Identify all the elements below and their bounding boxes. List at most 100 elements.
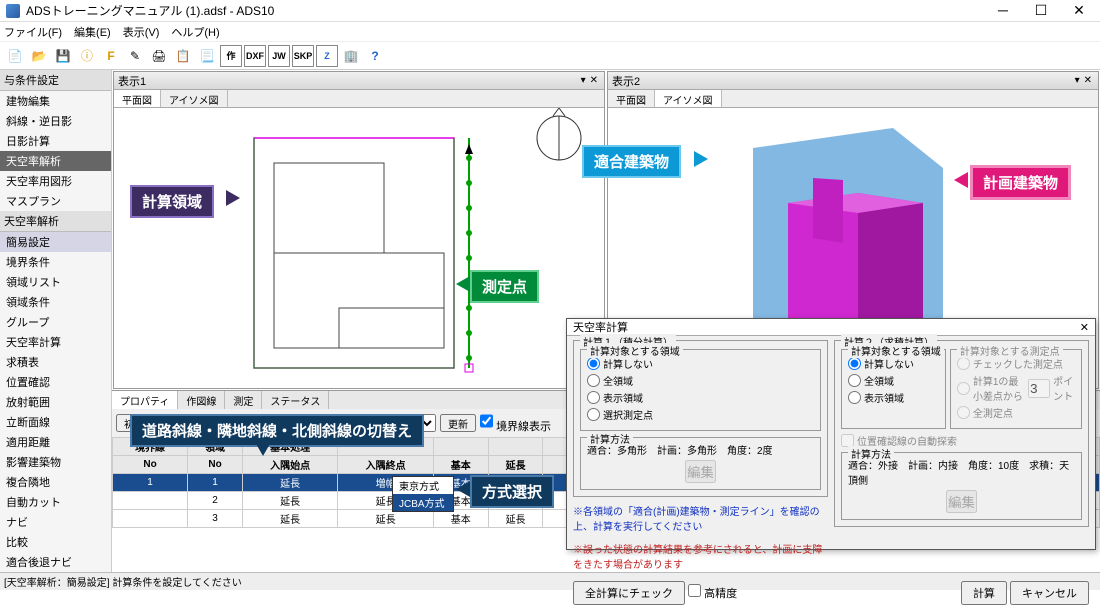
method-option-jcba[interactable]: JCBA方式	[393, 494, 453, 511]
g2-p3	[957, 406, 970, 419]
sidebar-section-1: 与条件設定	[0, 70, 111, 91]
sidebar-item[interactable]: 天空率用図形	[0, 171, 111, 191]
bp-tab-status[interactable]: ステータス	[262, 391, 329, 409]
callout-plan-bldg: 計画建築物	[970, 165, 1071, 200]
sidebar-item[interactable]: マスプラン	[0, 191, 111, 211]
tool-box-4[interactable]: Z	[316, 45, 338, 67]
print-icon[interactable]: 🖨	[148, 45, 170, 67]
sidebar-item[interactable]: 位置確認	[0, 372, 111, 392]
g2-r1[interactable]	[848, 357, 861, 370]
sidebar-item[interactable]: 適合後退ナビ	[0, 552, 111, 572]
maximize-button[interactable]: ☐	[1026, 2, 1056, 19]
save-icon[interactable]: 💾	[52, 45, 74, 67]
g2-p2	[957, 382, 970, 395]
method-option-tokyo[interactable]: 東京方式	[393, 477, 453, 494]
g2-r3[interactable]	[848, 391, 861, 404]
sidebar-item[interactable]: 影響建築物	[0, 452, 111, 472]
sidebar-item[interactable]: グループ	[0, 312, 111, 332]
dialog-note1: ※各領域の「適合(計画)建築物・測定ライン」を確認の上、計算を実行してください	[573, 503, 828, 533]
doc-icon[interactable]: 📃	[196, 45, 218, 67]
toolbar: 📄 📂 💾 ⓘ F ✎ 🖨 📋 📃 作 DXF JW SKP Z 🏢 ?	[0, 42, 1100, 70]
arrow-icon	[255, 442, 271, 456]
calc-button[interactable]: 計算	[961, 581, 1007, 605]
bp-tab-lines[interactable]: 作図線	[178, 391, 225, 409]
view2-tab-plan[interactable]: 平面図	[608, 90, 655, 107]
tool-box-3[interactable]: SKP	[292, 45, 314, 67]
sidebar-item[interactable]: 適用距離	[0, 432, 111, 452]
view1-tab-plan[interactable]: 平面図	[114, 90, 161, 107]
menu-view[interactable]: 表示(V)	[123, 24, 160, 40]
g1-r1[interactable]	[587, 357, 600, 370]
dialog-title: 天空率計算	[573, 319, 628, 335]
copy-icon[interactable]: 📋	[172, 45, 194, 67]
cancel-button[interactable]: キャンセル	[1010, 581, 1089, 605]
chk-boundary-label[interactable]: 境界線表示	[480, 412, 551, 434]
bp-tab-measure[interactable]: 測定	[225, 391, 262, 409]
building-icon[interactable]: 🏢	[340, 45, 362, 67]
view2-dropdown-icon[interactable]: ▾	[1073, 75, 1082, 86]
menu-file[interactable]: ファイル(F)	[4, 24, 62, 40]
view1-canvas[interactable]	[114, 108, 604, 388]
status-context: [天空率解析：簡易設定]	[4, 574, 110, 589]
new-icon[interactable]: 📄	[4, 45, 26, 67]
g1-edit-button[interactable]: 編集	[685, 460, 716, 483]
sidebar-item[interactable]: 斜線・逆日影	[0, 111, 111, 131]
sidebar-item[interactable]: 境界条件	[0, 252, 111, 272]
arrow-icon	[226, 190, 240, 206]
g2-edit-button[interactable]: 編集	[946, 490, 977, 513]
info-icon[interactable]: ⓘ	[76, 45, 98, 67]
callout-conform-bldg: 適合建築物	[582, 145, 681, 178]
sidebar-item[interactable]: 比較	[0, 532, 111, 552]
hp-checkbox[interactable]	[688, 584, 701, 597]
sidebar-item[interactable]: 求積表	[0, 352, 111, 372]
view1-tab-iso[interactable]: アイソメ図	[161, 90, 228, 107]
window-title: ADSトレーニングマニュアル (1).adsf - ADS10	[26, 2, 988, 19]
sidebar-item[interactable]: 領域条件	[0, 292, 111, 312]
view1-dropdown-icon[interactable]: ▾	[579, 75, 588, 86]
sidebar-item[interactable]: 建物編集	[0, 91, 111, 111]
g1-r2[interactable]	[587, 374, 600, 387]
tool-box-0[interactable]: 作	[220, 45, 242, 67]
g1-r3[interactable]	[587, 391, 600, 404]
g1-r4[interactable]	[587, 408, 600, 421]
view2-close-icon[interactable]: ✕	[1082, 75, 1094, 86]
g2-p2-value	[1028, 379, 1050, 398]
sidebar-item[interactable]: 領域リスト	[0, 272, 111, 292]
open-icon[interactable]: 📂	[28, 45, 50, 67]
callout-measure-pt: 測定点	[470, 270, 539, 303]
sidebar-item[interactable]: 複合隣地	[0, 472, 111, 492]
g2-r2[interactable]	[848, 374, 861, 387]
text-icon[interactable]: F	[100, 45, 122, 67]
minimize-button[interactable]: ─	[988, 2, 1018, 19]
sidebar-item[interactable]: ナビ	[0, 512, 111, 532]
sidebar-item[interactable]: 立断面線	[0, 412, 111, 432]
all-check-button[interactable]: 全計算にチェック	[573, 581, 685, 605]
method-dropdown-popup[interactable]: 東京方式 JCBA方式	[392, 476, 454, 512]
calc2-group: 計算２（求積計算） 計算対象とする領域 計算しない 全領域 表示領域 計算対象と…	[834, 340, 1089, 527]
sidebar-section-2: 天空率解析	[0, 211, 111, 232]
calc1-group: 計算１（積分計算） 計算対象とする領域 計算しない 全領域 表示領域 選択測定点…	[573, 340, 828, 497]
callout-line-switch: 道路斜線・隣地斜線・北側斜線の切替え	[130, 414, 424, 447]
update-button[interactable]: 更新	[440, 414, 476, 432]
view1-close-icon[interactable]: ✕	[588, 75, 600, 86]
status-text: 計算条件を設定してください	[112, 574, 241, 589]
bp-tab-property[interactable]: プロパティ	[112, 391, 178, 409]
chk-boundary[interactable]	[480, 412, 493, 430]
pencil-icon[interactable]: ✎	[124, 45, 146, 67]
g2-p1	[957, 357, 970, 370]
dialog-close-icon[interactable]: ✕	[1080, 321, 1089, 334]
tool-box-2[interactable]: JW	[268, 45, 290, 67]
view2-tab-iso[interactable]: アイソメ図	[655, 90, 722, 107]
sidebar-item[interactable]: 簡易設定	[0, 232, 111, 252]
sidebar-item[interactable]: 天空率解析	[0, 151, 111, 171]
view2-title: 表示2	[612, 73, 640, 89]
sidebar-item[interactable]: 自動カット	[0, 492, 111, 512]
tool-box-1[interactable]: DXF	[244, 45, 266, 67]
close-button[interactable]: ✕	[1064, 2, 1094, 19]
menu-edit[interactable]: 編集(E)	[74, 24, 111, 40]
sidebar-item[interactable]: 天空率計算	[0, 332, 111, 352]
sidebar-item[interactable]: 放射範囲	[0, 392, 111, 412]
help-icon[interactable]: ?	[364, 45, 386, 67]
sidebar-item[interactable]: 日影計算	[0, 131, 111, 151]
menu-help[interactable]: ヘルプ(H)	[171, 24, 219, 40]
